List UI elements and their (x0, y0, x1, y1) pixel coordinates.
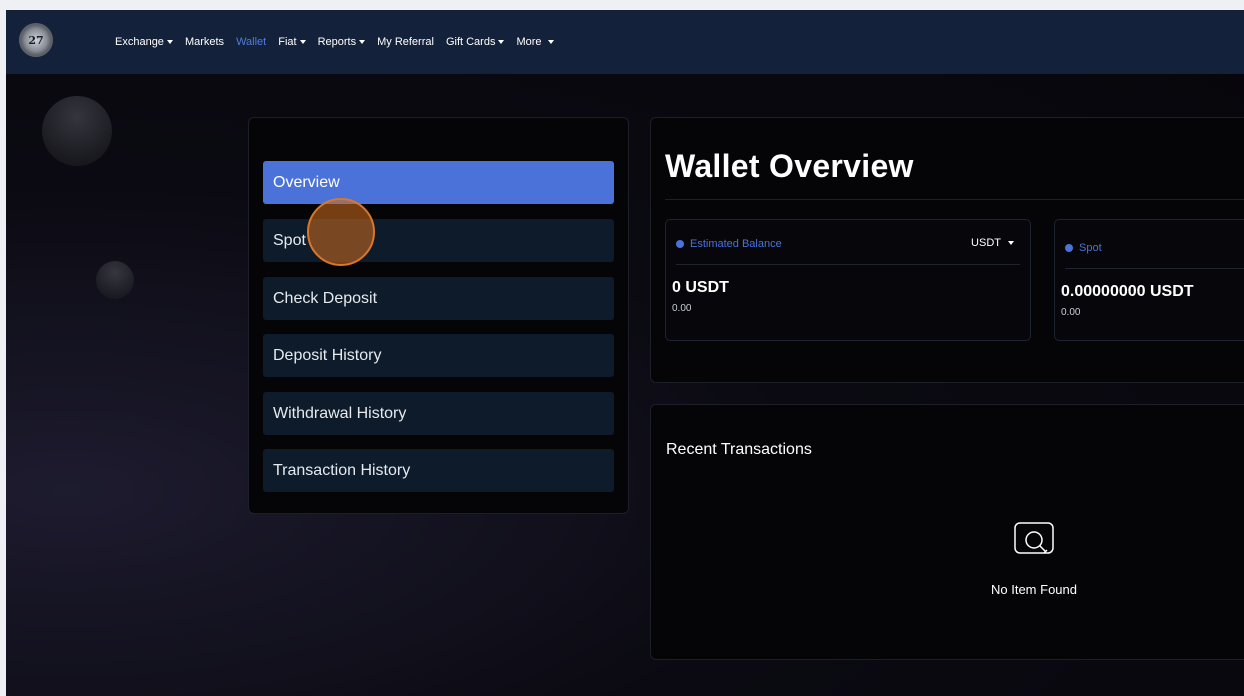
wallet-overview-panel: Wallet Overview Estimated Balance USDT 0… (650, 117, 1244, 383)
balance-amount: 0.00000000 USDT (1061, 283, 1194, 300)
sidebar-item-check-deposit[interactable]: Check Deposit (263, 277, 614, 320)
card-label: Spot (1079, 242, 1102, 254)
divider (1065, 268, 1244, 269)
sidebar-item-overview[interactable]: Overview (263, 161, 614, 204)
nav-item-fiat[interactable]: Fiat (278, 36, 306, 48)
bullet-dot-icon (676, 240, 684, 248)
sidebar-item-transaction-history[interactable]: Transaction History (263, 449, 614, 492)
top-navigation-bar: 27 Exchange Markets Wallet Fiat Reports … (6, 10, 1244, 74)
caret-down-icon (299, 40, 306, 44)
currency-select[interactable]: USDT (971, 237, 1014, 249)
balance-fiat-value: 0.00 (1061, 307, 1081, 318)
nav-item-gift-cards[interactable]: Gift Cards (446, 36, 505, 48)
section-title: Recent Transactions (666, 441, 812, 458)
card-label: Estimated Balance (690, 238, 782, 250)
nav-item-wallet[interactable]: Wallet (236, 36, 266, 48)
spot-balance-card: Spot 0.00000000 USDT 0.00 (1054, 219, 1244, 341)
wallet-sidebar: Overview Spot Check Deposit Deposit Hist… (248, 117, 629, 514)
caret-down-icon (498, 40, 505, 44)
empty-state-text: No Item Found (991, 582, 1077, 597)
divider (665, 199, 1244, 200)
logo-text: 27 (28, 33, 44, 47)
brand-logo[interactable]: 27 (19, 23, 53, 57)
recent-transactions-panel: Recent Transactions No Item Found (650, 404, 1244, 660)
balance-fiat-value: 0.00 (672, 303, 692, 314)
decorative-circle (96, 261, 134, 299)
empty-search-icon (1014, 522, 1054, 554)
sidebar-item-withdrawal-history[interactable]: Withdrawal History (263, 392, 614, 435)
page-title: Wallet Overview (665, 148, 914, 184)
nav-item-markets[interactable]: Markets (185, 36, 224, 48)
sidebar-item-deposit-history[interactable]: Deposit History (263, 334, 614, 377)
caret-down-icon (547, 40, 554, 44)
nav-item-more[interactable]: More (516, 36, 554, 48)
app-frame: 27 Exchange Markets Wallet Fiat Reports … (6, 10, 1244, 696)
caret-down-icon (359, 40, 366, 44)
bullet-dot-icon (1065, 244, 1073, 252)
balance-amount: 0 USDT (672, 279, 729, 296)
nav-menu: Exchange Markets Wallet Fiat Reports My … (115, 10, 566, 74)
sidebar-item-spot[interactable]: Spot (263, 219, 614, 262)
caret-down-icon (166, 40, 173, 44)
nav-item-reports[interactable]: Reports (318, 36, 366, 48)
caret-down-icon (1008, 241, 1014, 245)
nav-item-my-referral[interactable]: My Referral (377, 36, 434, 48)
decorative-circle (42, 96, 112, 166)
estimated-balance-card: Estimated Balance USDT 0 USDT 0.00 (665, 219, 1031, 341)
nav-item-exchange[interactable]: Exchange (115, 36, 173, 48)
divider (676, 264, 1020, 265)
